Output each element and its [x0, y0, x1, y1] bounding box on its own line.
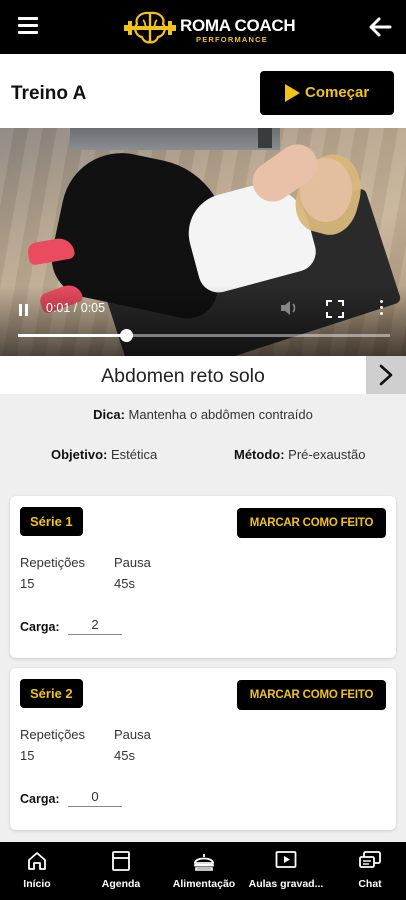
- nav-label: Aulas gravad...: [248, 878, 324, 890]
- rest-label: Pausa: [114, 555, 151, 570]
- exercise-method: Método: Pré-exaustão: [234, 447, 366, 462]
- chevron-right-icon: [379, 364, 393, 386]
- nav-item-aulas-gravadas[interactable]: Aulas gravad...: [247, 842, 325, 900]
- series-card: Série 1 MARCAR COMO FEITO Repetições 15 …: [10, 496, 396, 658]
- exercise-name: Abdomen reto solo: [101, 365, 265, 387]
- bottom-navigation: Início Agenda Alimentação Aulas gravad..…: [0, 842, 406, 900]
- exercise-video-player[interactable]: 0:01 / 0:05: [0, 128, 406, 356]
- reps-label: Repetições: [20, 727, 86, 742]
- next-exercise-button[interactable]: [366, 356, 406, 394]
- start-workout-button[interactable]: Começar: [260, 71, 394, 115]
- more-options-icon[interactable]: [380, 300, 384, 316]
- hamburger-menu-icon[interactable]: [18, 17, 38, 35]
- pause-icon[interactable]: [19, 303, 31, 316]
- video-progress-bar[interactable]: [18, 329, 390, 342]
- home-icon: [28, 852, 46, 870]
- nav-item-agenda[interactable]: Agenda: [90, 842, 152, 900]
- series-badge: Série 2: [20, 679, 83, 708]
- reps-label: Repetições: [20, 555, 86, 570]
- arrow-left-icon[interactable]: [368, 16, 392, 38]
- video-bench: [70, 128, 280, 150]
- workout-header: Treino A Começar: [0, 54, 406, 128]
- exercise-tip: Dica: Mantenha o abdômen contraído: [93, 407, 313, 422]
- series-badge: Série 1: [20, 507, 83, 536]
- mark-as-done-button[interactable]: MARCAR COMO FEITO: [237, 680, 386, 710]
- workout-title: Treino A: [11, 83, 87, 104]
- series-card: Série 2 MARCAR COMO FEITO Repetições 15 …: [10, 668, 396, 830]
- top-app-bar: ROMA COACH PERFORMANCE: [0, 0, 406, 54]
- nav-label: Chat: [358, 878, 382, 890]
- video-progress-handle[interactable]: [119, 329, 133, 342]
- play-icon: [285, 84, 300, 102]
- logo-brain-icon: [124, 11, 176, 44]
- agenda-icon: [112, 851, 130, 871]
- exercise-objective: Objetivo: Estética: [51, 447, 158, 462]
- nav-item-chat[interactable]: Chat: [346, 842, 394, 900]
- rest-value: 45s: [114, 748, 135, 763]
- nav-label: Agenda: [101, 878, 141, 890]
- nav-label: Início: [23, 878, 51, 890]
- volume-icon[interactable]: [280, 300, 298, 316]
- chat-icon: [359, 851, 381, 868]
- reps-value: 15: [20, 748, 35, 763]
- video-progress-fill: [18, 334, 126, 337]
- load-input[interactable]: 0: [68, 789, 122, 807]
- load-input[interactable]: 2: [68, 617, 122, 635]
- rest-label: Pausa: [114, 727, 151, 742]
- roma-coach-logo: ROMA COACH PERFORMANCE: [124, 10, 296, 46]
- video-play-icon: [275, 851, 297, 868]
- start-button-label: Começar: [305, 84, 370, 101]
- nav-item-alimentacao[interactable]: Alimentação: [170, 842, 238, 900]
- logo-title: ROMA COACH: [180, 16, 296, 35]
- load-label: Carga:: [20, 620, 60, 634]
- logo-subtitle: PERFORMANCE: [196, 35, 268, 44]
- fullscreen-icon[interactable]: [326, 300, 344, 318]
- food-icon: [194, 854, 214, 871]
- nav-label: Alimentação: [172, 878, 236, 890]
- load-label: Carga:: [20, 792, 60, 806]
- exercise-name-bar: Abdomen reto solo: [0, 356, 406, 394]
- nav-item-inicio[interactable]: Início: [8, 842, 66, 900]
- reps-value: 15: [20, 576, 35, 591]
- rest-value: 45s: [114, 576, 135, 591]
- mark-as-done-button[interactable]: MARCAR COMO FEITO: [237, 508, 386, 538]
- video-time: 0:01 / 0:05: [46, 301, 106, 315]
